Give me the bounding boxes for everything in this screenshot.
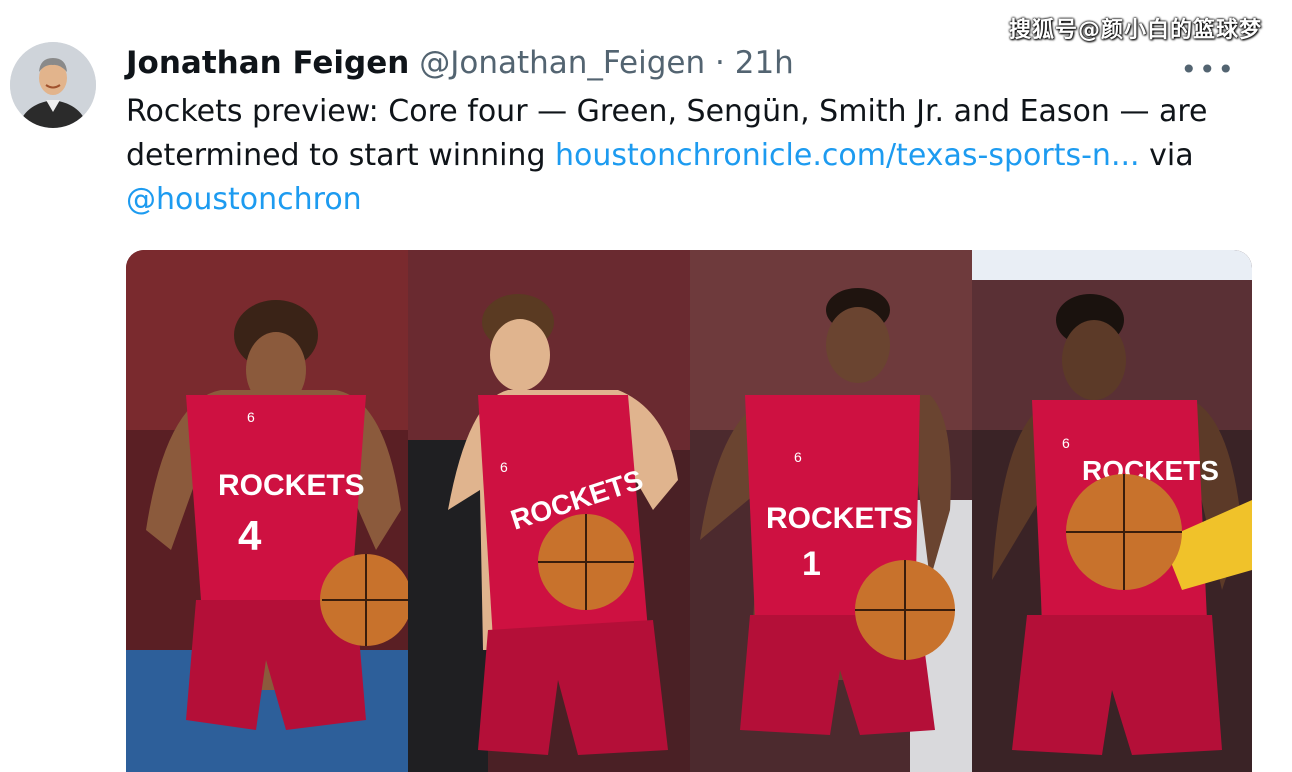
photo-panel-4[interactable]: ROCKETS 6 — [972, 250, 1252, 772]
author-handle[interactable]: @Jonathan_Feigen — [419, 45, 705, 81]
jersey-number-3: 1 — [802, 545, 821, 583]
tweet-text-part2: via — [1139, 138, 1194, 173]
player-photo-3: ROCKETS 1 6 — [690, 250, 972, 772]
tweet-media[interactable]: ROCKETS 4 6 ROCKETS 6 ROCKETS 1 6 ROCKET… — [126, 250, 1252, 772]
jersey-text-3: ROCKETS — [766, 502, 913, 535]
player-photo-2: ROCKETS 6 — [408, 250, 690, 772]
tweet-header: Jonathan Feigen @Jonathan_Feigen · 21h — [126, 44, 794, 82]
avatar[interactable] — [10, 42, 96, 128]
photo-panel-3[interactable]: ROCKETS 1 6 — [690, 250, 972, 772]
photo-panel-1[interactable]: ROCKETS 4 6 — [126, 250, 408, 772]
player-photo-1: ROCKETS 4 6 — [126, 250, 408, 772]
jersey-patch-2: 6 — [500, 459, 508, 475]
jersey-patch-4: 6 — [1062, 435, 1070, 451]
author-name[interactable]: Jonathan Feigen — [126, 45, 409, 81]
jersey-number-1: 4 — [238, 512, 262, 559]
more-horizontal-icon: ••• — [1180, 53, 1236, 86]
tweet-text: Rockets preview: Core four — Green, Seng… — [126, 90, 1226, 222]
tweet-timestamp[interactable]: 21h — [735, 45, 794, 81]
jersey-patch-1: 6 — [247, 409, 255, 425]
photo-panel-2[interactable]: ROCKETS 6 — [408, 250, 690, 772]
watermark-text: 搜狐号@颜小白的篮球梦 — [1008, 18, 1262, 43]
mention-link[interactable]: @houstonchron — [126, 182, 362, 217]
more-options-button[interactable]: ••• — [1180, 56, 1236, 84]
jersey-patch-3: 6 — [794, 449, 802, 465]
player-photo-4: ROCKETS 6 — [972, 250, 1252, 772]
jersey-text-1: ROCKETS — [218, 469, 365, 502]
article-link[interactable]: houstonchronicle.com/texas-sports-n... — [555, 138, 1140, 173]
avatar-image — [10, 42, 96, 128]
header-separator: · — [715, 45, 725, 81]
